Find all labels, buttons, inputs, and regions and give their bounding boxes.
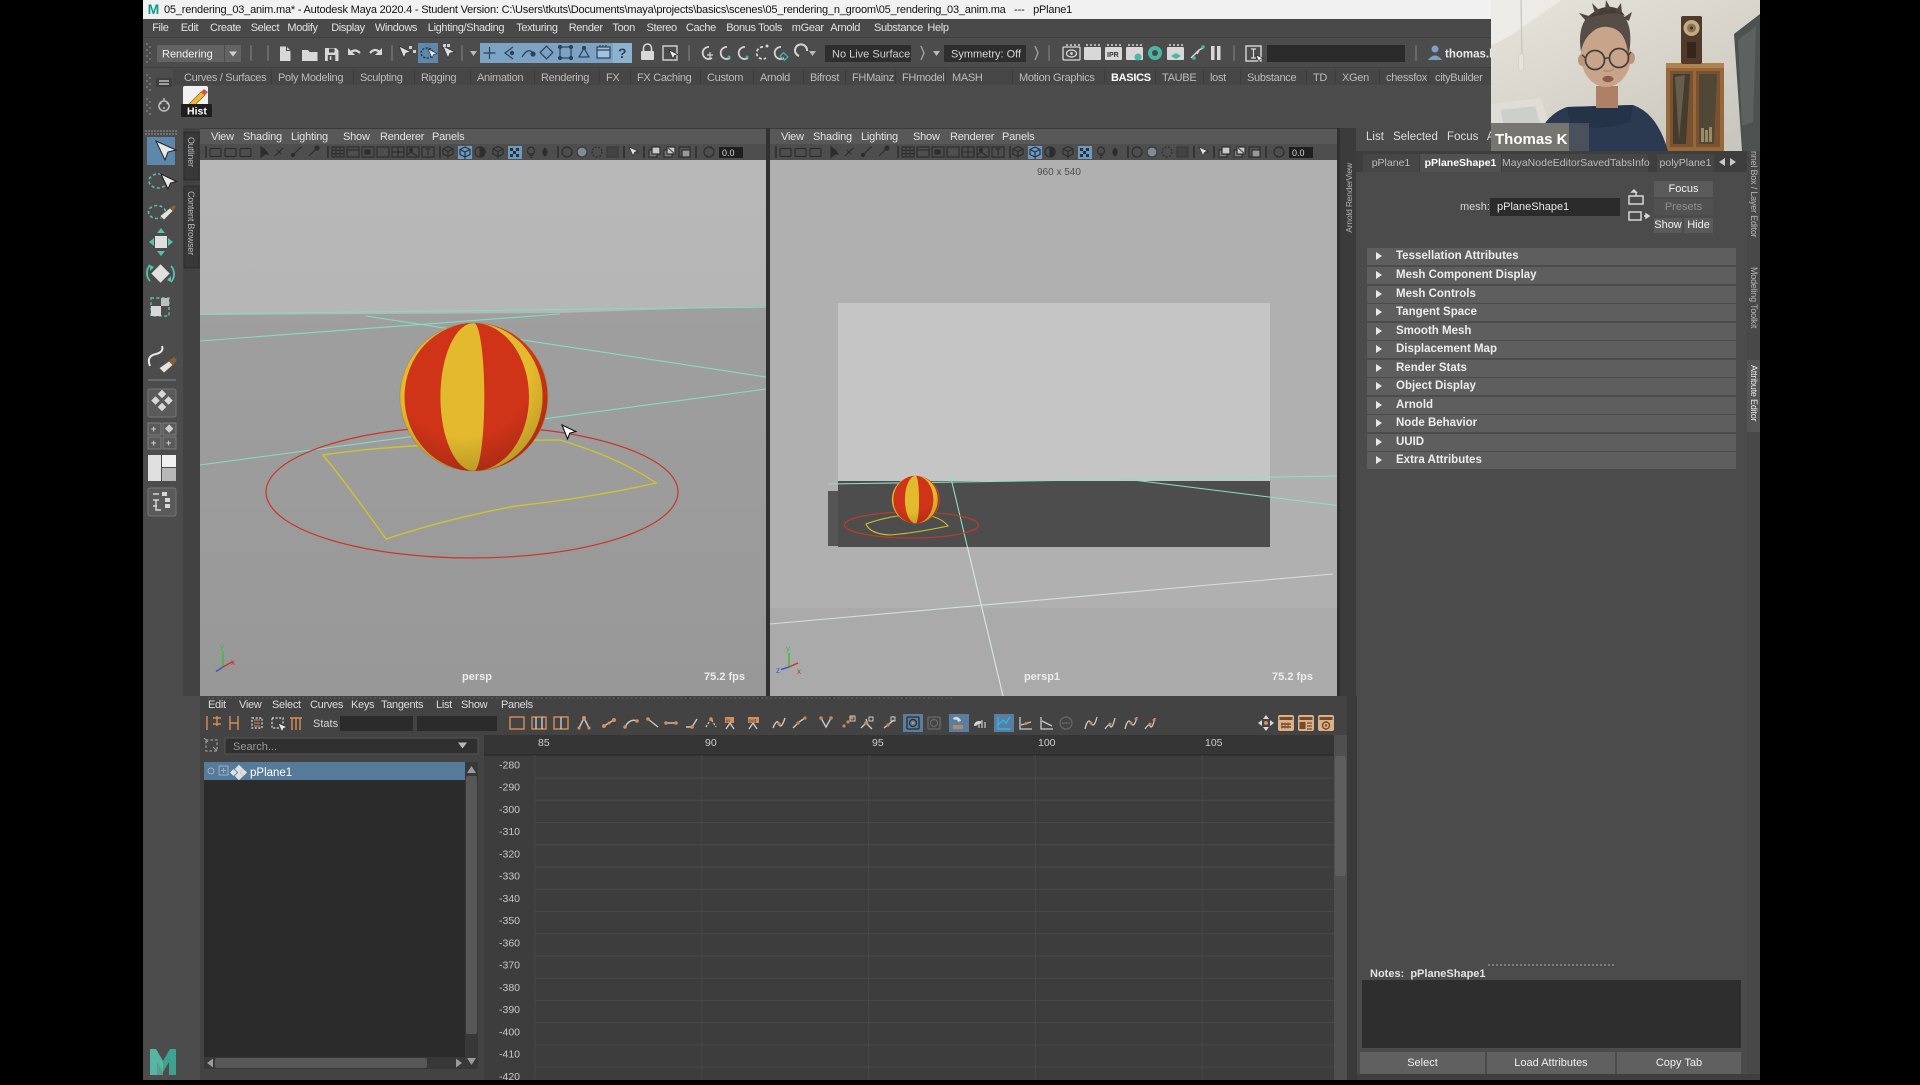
svg-text:+: + [151, 438, 156, 448]
svg-text:No Live Surface: No Live Surface [832, 49, 910, 61]
svg-text:Lighting: Lighting [291, 131, 328, 143]
svg-text:pPlane1: pPlane1 [250, 767, 292, 779]
svg-text:-370: -370 [499, 960, 520, 972]
svg-text:XGen: XGen [1342, 72, 1369, 84]
svg-text:Panels: Panels [1002, 131, 1035, 143]
svg-text:+: + [151, 424, 156, 434]
svg-text:-310: -310 [499, 826, 520, 838]
svg-text:Rigging: Rigging [421, 72, 456, 84]
svg-text:-410: -410 [499, 1049, 520, 1061]
svg-text:-400: -400 [499, 1026, 520, 1038]
svg-text:-380: -380 [499, 982, 520, 994]
svg-text:y: y [786, 644, 790, 653]
svg-text:View: View [781, 131, 804, 143]
svg-text:-390: -390 [499, 1004, 520, 1016]
svg-text:Hist: Hist [187, 106, 207, 118]
svg-text:Tangents: Tangents [381, 699, 424, 711]
svg-text:Panels: Panels [501, 699, 534, 711]
svg-text:?: ? [618, 45, 627, 61]
svg-text:-300: -300 [499, 804, 520, 816]
svg-text:Sculpting: Sculpting [360, 72, 403, 84]
svg-text:Motion Graphics: Motion Graphics [1019, 72, 1095, 84]
svg-text:FX: FX [606, 72, 620, 84]
svg-text:z: z [776, 666, 780, 675]
svg-text:Show: Show [461, 699, 488, 711]
svg-text:960 x 540: 960 x 540 [1037, 167, 1081, 178]
svg-text:-320: -320 [499, 849, 520, 861]
svg-text:Custom: Custom [707, 72, 743, 84]
svg-text:Substance: Substance [1247, 72, 1296, 84]
svg-text:View: View [211, 131, 234, 143]
svg-text:FHmodel: FHmodel [902, 72, 945, 84]
svg-text:Stats: Stats [313, 718, 339, 730]
svg-text:IPR: IPR [1107, 52, 1119, 59]
svg-text:out: out [749, 719, 757, 725]
svg-text:Bifrost: Bifrost [810, 72, 839, 84]
svg-text:95: 95 [872, 737, 884, 749]
svg-text:cityBuilder: cityBuilder [1435, 72, 1483, 84]
svg-text:chessfox: chessfox [1386, 72, 1428, 84]
svg-text:Search...: Search... [233, 741, 277, 753]
svg-text:+: + [166, 438, 171, 448]
svg-text:-330: -330 [499, 871, 520, 883]
svg-text:persp1: persp1 [1024, 671, 1060, 683]
svg-text:75.2 fps: 75.2 fps [704, 671, 745, 683]
svg-text:x: x [797, 667, 801, 676]
svg-text:75.2 fps: 75.2 fps [1272, 671, 1313, 683]
svg-text:Show: Show [913, 131, 940, 143]
svg-text:Symmetry: Off: Symmetry: Off [951, 49, 1022, 61]
svg-text:y: y [220, 642, 224, 651]
svg-text:Renderer: Renderer [380, 131, 425, 143]
svg-text:Rendering: Rendering [162, 49, 213, 61]
svg-text:Renderer: Renderer [950, 131, 995, 143]
svg-text:Shading: Shading [813, 131, 852, 143]
svg-text:lost: lost [1210, 72, 1226, 84]
svg-text:View: View [239, 699, 262, 711]
svg-text:-420: -420 [499, 1071, 520, 1080]
svg-text:Lighting: Lighting [861, 131, 898, 143]
svg-text:Edit: Edit [208, 699, 226, 711]
svg-text:-350: -350 [499, 915, 520, 927]
svg-text:Poly Modeling: Poly Modeling [278, 72, 343, 84]
svg-text:persp: persp [462, 671, 492, 683]
svg-text:Curves: Curves [310, 699, 344, 711]
svg-text:BASICS: BASICS [1111, 72, 1151, 84]
svg-text:Select: Select [272, 699, 301, 711]
svg-text:x: x [231, 658, 235, 667]
svg-text:Arnold: Arnold [760, 72, 790, 84]
svg-text:Animation: Animation [477, 72, 523, 84]
svg-text:90: 90 [705, 737, 717, 749]
svg-text:TAUBE: TAUBE [1162, 72, 1196, 84]
svg-text:Rendering: Rendering [541, 72, 589, 84]
svg-text:-280: -280 [499, 760, 520, 772]
svg-text:List: List [436, 699, 452, 711]
svg-text:Shading: Shading [243, 131, 282, 143]
svg-text:-290: -290 [499, 782, 520, 794]
svg-text:-340: -340 [499, 893, 520, 905]
svg-text:100: 100 [1038, 737, 1056, 749]
svg-text:-360: -360 [499, 937, 520, 949]
svg-text:FHMainz: FHMainz [852, 72, 894, 84]
svg-text:Thomas K: Thomas K [1495, 131, 1568, 148]
svg-text:85: 85 [538, 737, 550, 749]
svg-text:TD: TD [1313, 72, 1327, 84]
svg-text:Keys: Keys [351, 699, 375, 711]
svg-text:Panels: Panels [432, 131, 465, 143]
svg-text:Curves / Surfaces: Curves / Surfaces [184, 72, 267, 84]
svg-text:in: in [726, 719, 730, 725]
svg-text:MASH: MASH [952, 72, 983, 84]
svg-text:Show: Show [343, 131, 370, 143]
svg-text:105: 105 [1205, 737, 1223, 749]
svg-text:FX Caching: FX Caching [637, 72, 692, 84]
